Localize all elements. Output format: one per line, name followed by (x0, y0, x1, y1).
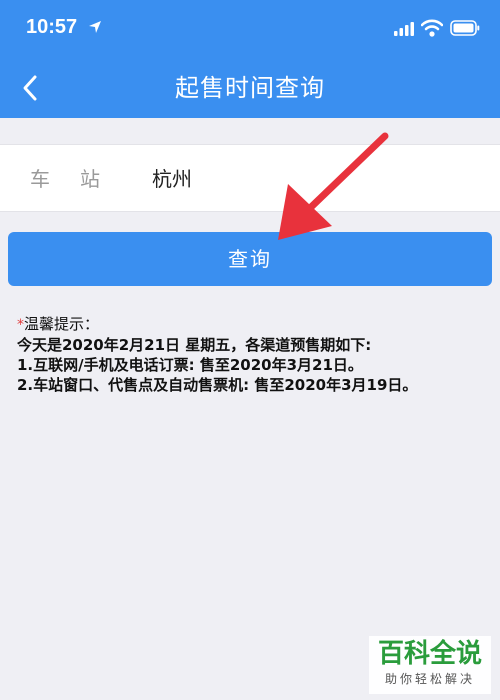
status-time: 10:57 (26, 16, 78, 38)
tips-title: *温馨提示： (17, 314, 487, 335)
red-arrow-annotation-icon (278, 132, 389, 240)
tips-line: 2.车站窗口、代售点及自动售票机: 售至2020年3月19日。 (17, 376, 418, 394)
tips-line: 1.互联网/手机及电话订票: 售至2020年3月21日。 (17, 356, 363, 374)
station-value[interactable]: 杭州 (152, 145, 192, 213)
query-button[interactable]: 查询 (8, 232, 492, 286)
nav-header: 10:57 起售时间查询 (0, 0, 500, 118)
battery-icon (450, 20, 480, 36)
tips-panel: *温馨提示： 今天是2020年2月21日 星期五，各渠道预售期如下: 1.互联网… (17, 314, 487, 395)
watermark-logo: 百科全说 助你轻松解决 (369, 636, 491, 694)
chevron-left-icon (23, 75, 37, 101)
tips-title-text: 温馨提示： (24, 315, 100, 333)
watermark-sub-text: 助你轻松解决 (384, 672, 475, 686)
wifi-icon (421, 19, 443, 37)
station-row[interactable]: 车站 杭州 (0, 144, 500, 212)
location-arrow-icon (89, 21, 101, 33)
status-bar: 10:57 (0, 0, 500, 58)
back-button[interactable] (10, 70, 50, 106)
red-asterisk-icon: * (17, 317, 24, 333)
page-title: 起售时间查询 (175, 74, 325, 102)
watermark-main-text: 百科全说 (377, 639, 482, 669)
tips-line: 今天是2020年2月21日 星期五，各渠道预售期如下: (17, 336, 372, 354)
cellular-signal-icon (394, 22, 414, 36)
station-label: 车站 (30, 167, 130, 191)
